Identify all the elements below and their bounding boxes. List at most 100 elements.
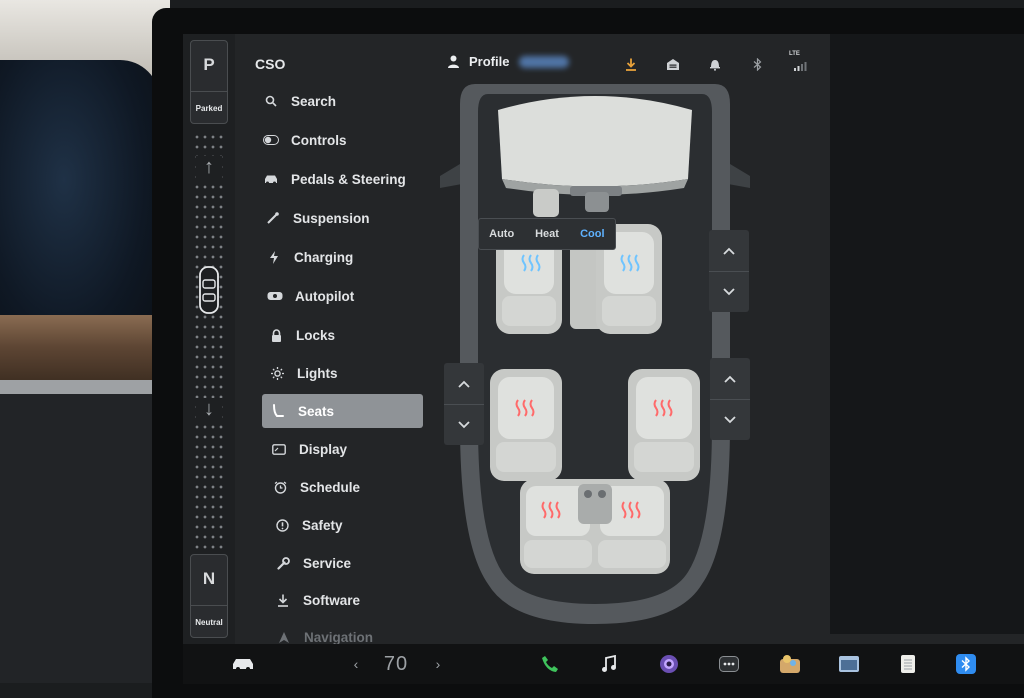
download-icon[interactable] xyxy=(621,54,641,74)
menu-item-safety[interactable]: Safety xyxy=(272,509,434,541)
toggle-icon xyxy=(261,135,281,145)
down-arrow-icon: ↓ xyxy=(196,398,222,421)
menu-label: Display xyxy=(299,441,348,457)
center-console-top xyxy=(585,192,609,212)
car-icon xyxy=(261,174,281,185)
menu-item-charging[interactable]: Charging xyxy=(264,241,426,273)
gear-selector: P Parked ↑ ↓ N Neutral xyxy=(183,34,235,644)
seat-down-button[interactable] xyxy=(444,404,484,445)
more-dots-icon[interactable] xyxy=(717,652,741,676)
chevron-up-icon xyxy=(723,247,735,255)
car-top-view-icon[interactable] xyxy=(199,266,219,314)
menu-item-display[interactable]: Display xyxy=(269,433,431,465)
lock-icon xyxy=(266,328,286,342)
menu-item-service[interactable]: Service xyxy=(273,547,435,579)
status-bar: LTE xyxy=(621,51,809,74)
navigation-arrow-icon xyxy=(274,631,294,643)
menu-label: Suspension xyxy=(293,210,370,226)
lte-signal-icon: LTE xyxy=(789,51,809,74)
profile-name-redacted xyxy=(519,55,570,68)
menu-label: Pedals & Steering xyxy=(291,171,406,187)
menu-label: Autopilot xyxy=(295,288,355,304)
gear-divider xyxy=(191,605,227,606)
wrench-icon xyxy=(273,556,293,570)
seat-up-button[interactable] xyxy=(710,358,750,400)
screen-glare-area xyxy=(830,34,1024,634)
chevron-up-icon xyxy=(458,380,470,388)
menu-item-schedule[interactable]: Schedule xyxy=(270,471,432,503)
garage-icon[interactable] xyxy=(663,54,683,74)
seat-up-button[interactable] xyxy=(444,363,484,405)
rear-left-seat-stepper xyxy=(444,363,484,445)
menu-label: Search xyxy=(291,93,337,109)
gear-divider xyxy=(191,91,227,92)
gear-drag-track[interactable] xyxy=(193,132,225,552)
lower-dashboard xyxy=(0,394,165,683)
menu-header: CSO xyxy=(255,56,286,72)
car-icon[interactable] xyxy=(229,652,257,676)
sun-icon xyxy=(267,366,287,380)
chevron-down-icon xyxy=(723,287,735,295)
bluetooth-icon[interactable] xyxy=(953,652,979,676)
window-icon[interactable] xyxy=(836,652,862,676)
mode-cool-button[interactable]: Cool xyxy=(570,228,615,240)
lte-label: LTE xyxy=(789,51,800,57)
second-row-right-seat[interactable] xyxy=(628,369,700,481)
car-seat-diagram xyxy=(440,84,750,624)
menu-item-search[interactable]: Search xyxy=(261,85,423,117)
seat-down-button[interactable] xyxy=(709,271,749,312)
menu-item-seats[interactable]: Seats xyxy=(262,394,423,428)
mode-heat-button[interactable]: Heat xyxy=(524,228,569,240)
front-seat-stepper xyxy=(709,230,749,312)
gear-neutral-button[interactable]: N Neutral xyxy=(190,554,228,638)
menu-label: Controls xyxy=(291,132,347,148)
menu-item-controls[interactable]: Controls xyxy=(261,124,423,156)
seat-climate-mode-selector: Auto Heat Cool xyxy=(478,218,616,250)
bell-icon[interactable] xyxy=(705,54,725,74)
seat-up-button[interactable] xyxy=(709,230,749,272)
search-icon xyxy=(261,95,281,107)
bluetooth-icon[interactable] xyxy=(747,54,767,74)
seat-icon xyxy=(268,404,288,418)
camera-icon[interactable] xyxy=(657,652,681,676)
lightning-icon xyxy=(264,250,284,264)
menu-item-autopilot[interactable]: Autopilot xyxy=(265,280,427,312)
menu-item-locks[interactable]: Locks xyxy=(266,319,428,351)
menu-item-software[interactable]: Software xyxy=(273,584,435,616)
menu-label: Software xyxy=(303,592,361,608)
temperature-increase-button[interactable]: › xyxy=(431,652,445,676)
menu-item-suspension[interactable]: Suspension xyxy=(263,202,425,234)
menu-label: Charging xyxy=(294,249,354,265)
taskbar: ‹ 70 › xyxy=(183,644,1024,684)
chevron-up-icon xyxy=(724,375,736,383)
gear-park-button[interactable]: P Parked xyxy=(190,40,228,124)
temperature-decrease-button[interactable]: ‹ xyxy=(349,652,363,676)
games-icon[interactable] xyxy=(777,652,803,676)
menu-item-lights[interactable]: Lights xyxy=(267,357,429,389)
right-mirror xyxy=(728,164,750,188)
music-note-icon[interactable] xyxy=(597,652,621,676)
gear-neutral-letter: N xyxy=(202,569,216,588)
menu-label: Lights xyxy=(297,365,338,381)
left-mirror xyxy=(440,164,462,188)
menu-item-pedals-steering[interactable]: Pedals & Steering xyxy=(261,163,423,195)
mode-auto-button[interactable]: Auto xyxy=(479,228,524,240)
profile-button[interactable]: Profile xyxy=(447,54,570,69)
chevron-down-icon xyxy=(458,420,470,428)
display-icon xyxy=(269,443,289,455)
second-row-left-seat[interactable] xyxy=(490,369,562,481)
seat-down-button[interactable] xyxy=(710,399,750,440)
dashboard xyxy=(498,96,692,187)
third-row-bench-seat[interactable] xyxy=(520,479,670,574)
menu-label: Navigation xyxy=(304,629,374,645)
menu-label: Locks xyxy=(296,327,336,343)
phone-icon[interactable] xyxy=(538,652,562,676)
gear-park-letter: P xyxy=(203,55,215,74)
up-arrow-icon: ↑ xyxy=(196,156,222,179)
gear-neutral-label: Neutral xyxy=(195,618,223,627)
menu-label: Service xyxy=(303,555,352,571)
alarm-clock-icon xyxy=(270,480,290,494)
gear-park-label: Parked xyxy=(195,104,223,113)
notepad-icon[interactable] xyxy=(895,652,921,676)
driver-headrest xyxy=(533,189,559,217)
